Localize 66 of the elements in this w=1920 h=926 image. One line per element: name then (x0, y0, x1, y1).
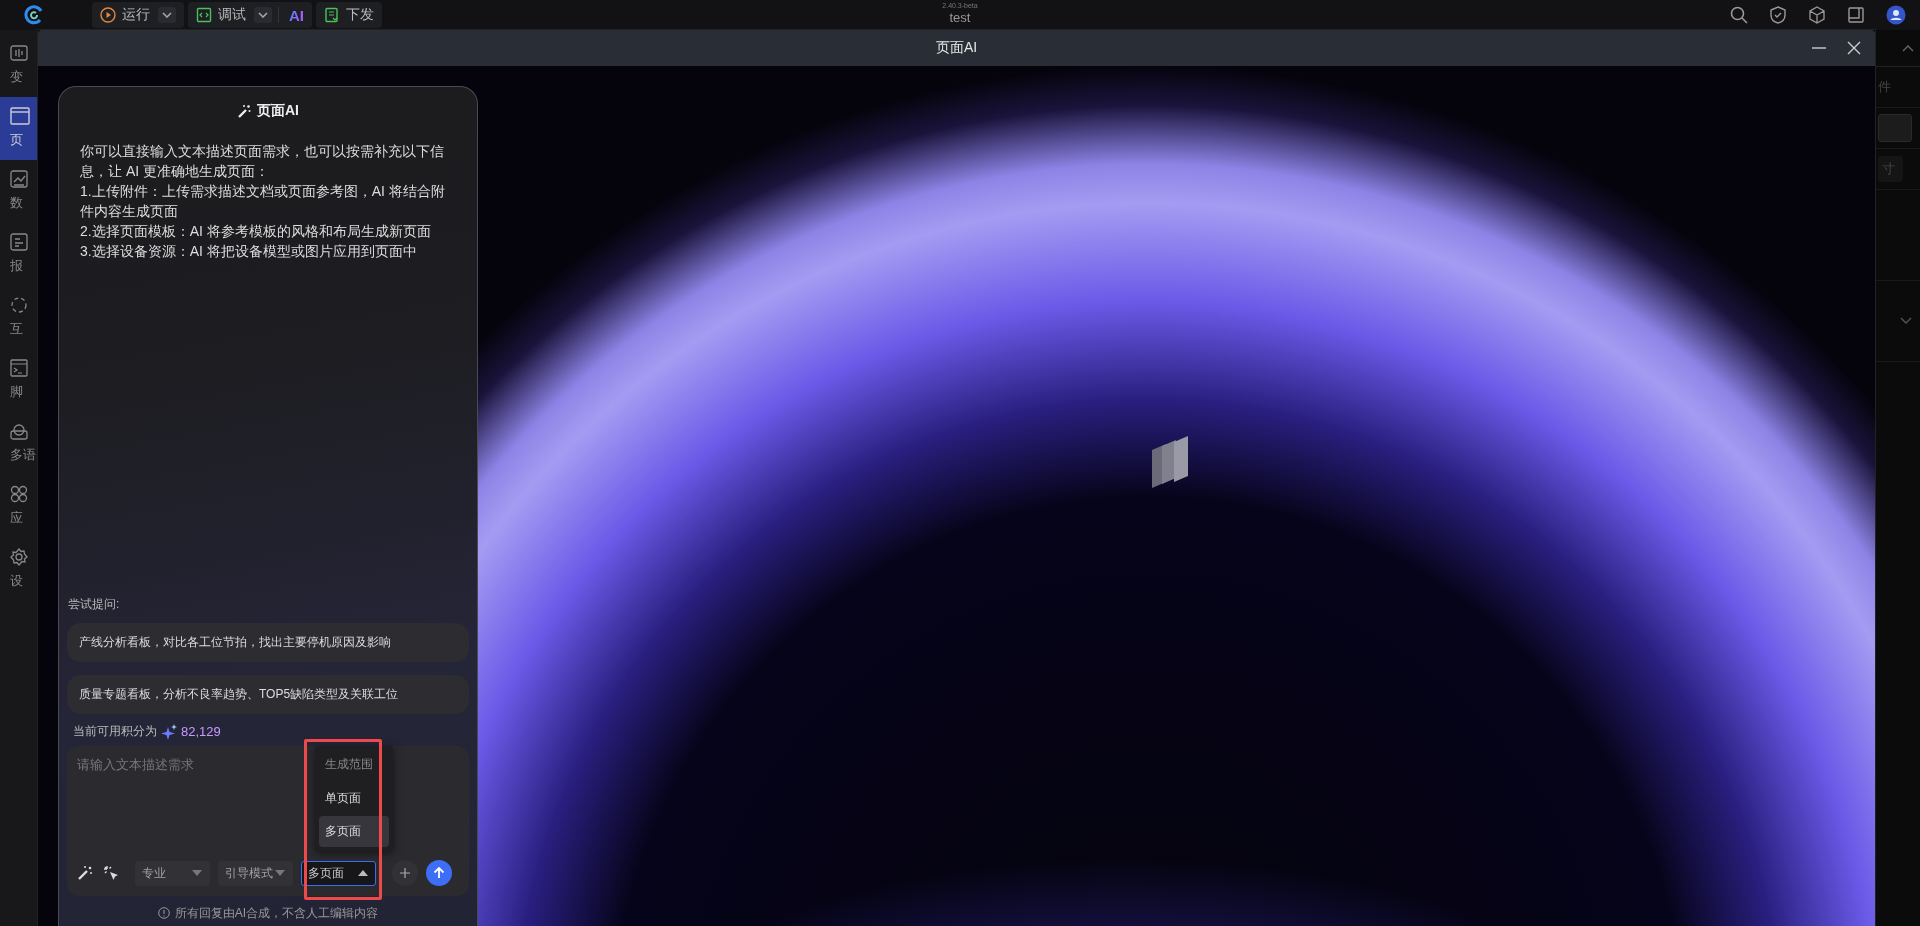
shield-check-icon[interactable] (1770, 6, 1786, 24)
document-icon (324, 7, 340, 23)
sidebar-item[interactable]: 数 (0, 160, 38, 223)
panel-label: 件 (1878, 78, 1891, 96)
sidebar-item[interactable]: 应 (0, 475, 38, 538)
window-title: 页面AI (935, 39, 978, 57)
run-button[interactable]: 运行 (92, 2, 158, 28)
avatar-icon[interactable] (1886, 5, 1906, 25)
caret-down-icon (191, 869, 203, 877)
dropdown-select[interactable]: 引导模式 (218, 860, 293, 886)
dropdown-select[interactable]: 专业 (135, 860, 210, 886)
panel-title: 页面AI (257, 102, 299, 120)
tip-text: 1.上传附件：上传需求描述文档或页面参考图，AI 将结合附件内容生成页面 (80, 182, 446, 221)
sidebar-item[interactable]: 脚 (0, 349, 38, 412)
info-icon (157, 907, 170, 919)
suggestion-chip[interactable]: 质量专题看板，分析不良率趋势、TOP5缺陷类型及关联工位 (67, 675, 469, 714)
credits-label: 当前可用积分为 (73, 723, 157, 740)
chevron-down-icon[interactable] (1900, 317, 1912, 325)
settings-icon (10, 548, 30, 566)
caret-down-icon (162, 12, 172, 18)
sparkle-icon (161, 723, 177, 740)
caret-up-icon (357, 869, 369, 877)
stacked-pages-icon (1150, 436, 1190, 490)
chevron-up-icon[interactable] (1902, 44, 1914, 52)
play-icon (100, 7, 116, 23)
script-icon (10, 359, 30, 377)
suggestion-label: 尝试提问: (67, 596, 121, 613)
logo-icon (24, 5, 44, 25)
menu-header: 生成范围 (324, 756, 374, 773)
disclaimer-text: 所有回复由AI合成，不含人工编辑内容 (174, 904, 379, 922)
page-icon (10, 107, 30, 125)
sidebar-item[interactable]: 变 (0, 34, 38, 97)
suggestion-chip[interactable]: 产线分析看板，对比各工位节拍，找出主要停机原因及影响 (67, 623, 469, 662)
data-icon (10, 170, 30, 188)
magic-wand-icon[interactable] (77, 865, 93, 881)
sidebar-item[interactable]: 页 (0, 97, 38, 160)
sidebar-item[interactable]: 报 (0, 223, 38, 286)
menu-option[interactable]: 单页面 (319, 783, 389, 814)
panel-icon[interactable] (1848, 7, 1864, 23)
credits-value: 82,129 (181, 724, 221, 739)
sidebar-item[interactable]: 多语 (0, 412, 38, 475)
sparkle-cursor-icon[interactable] (103, 865, 119, 881)
caret-down-icon (258, 12, 268, 18)
language-icon (10, 422, 30, 440)
intro-text: 你可以直接输入文本描述页面需求，也可以按需补充以下信息，让 AI 更准确地生成页面： (80, 142, 445, 181)
sidebar-item[interactable]: 设 (0, 538, 38, 601)
code-file-icon (196, 7, 212, 23)
sidebar-item[interactable]: 互 (0, 286, 38, 349)
plus-icon (400, 868, 410, 878)
arrow-up-icon (433, 867, 445, 879)
search-icon[interactable] (1730, 6, 1748, 24)
magic-wand-icon (237, 104, 251, 118)
debug-button[interactable]: 调试 (188, 2, 254, 28)
caret-down-icon (274, 869, 286, 877)
cube-icon[interactable] (1808, 6, 1826, 24)
tip-text: 3.选择设备资源：AI 将把设备模型或图片应用到页面中 (80, 242, 418, 261)
variable-icon (10, 44, 30, 62)
deploy-button[interactable]: 下发 (316, 2, 382, 28)
tip-text: 2.选择页面模板：AI 将参考模板的风格和布局生成新页面 (80, 222, 432, 241)
alarm-icon (10, 233, 30, 251)
input-field[interactable] (1878, 114, 1912, 142)
project-name: test (949, 11, 971, 24)
close-icon[interactable] (1847, 41, 1861, 55)
apps-icon (10, 485, 30, 503)
menu-option[interactable]: 多页面 (319, 816, 389, 847)
link-icon (10, 296, 30, 314)
